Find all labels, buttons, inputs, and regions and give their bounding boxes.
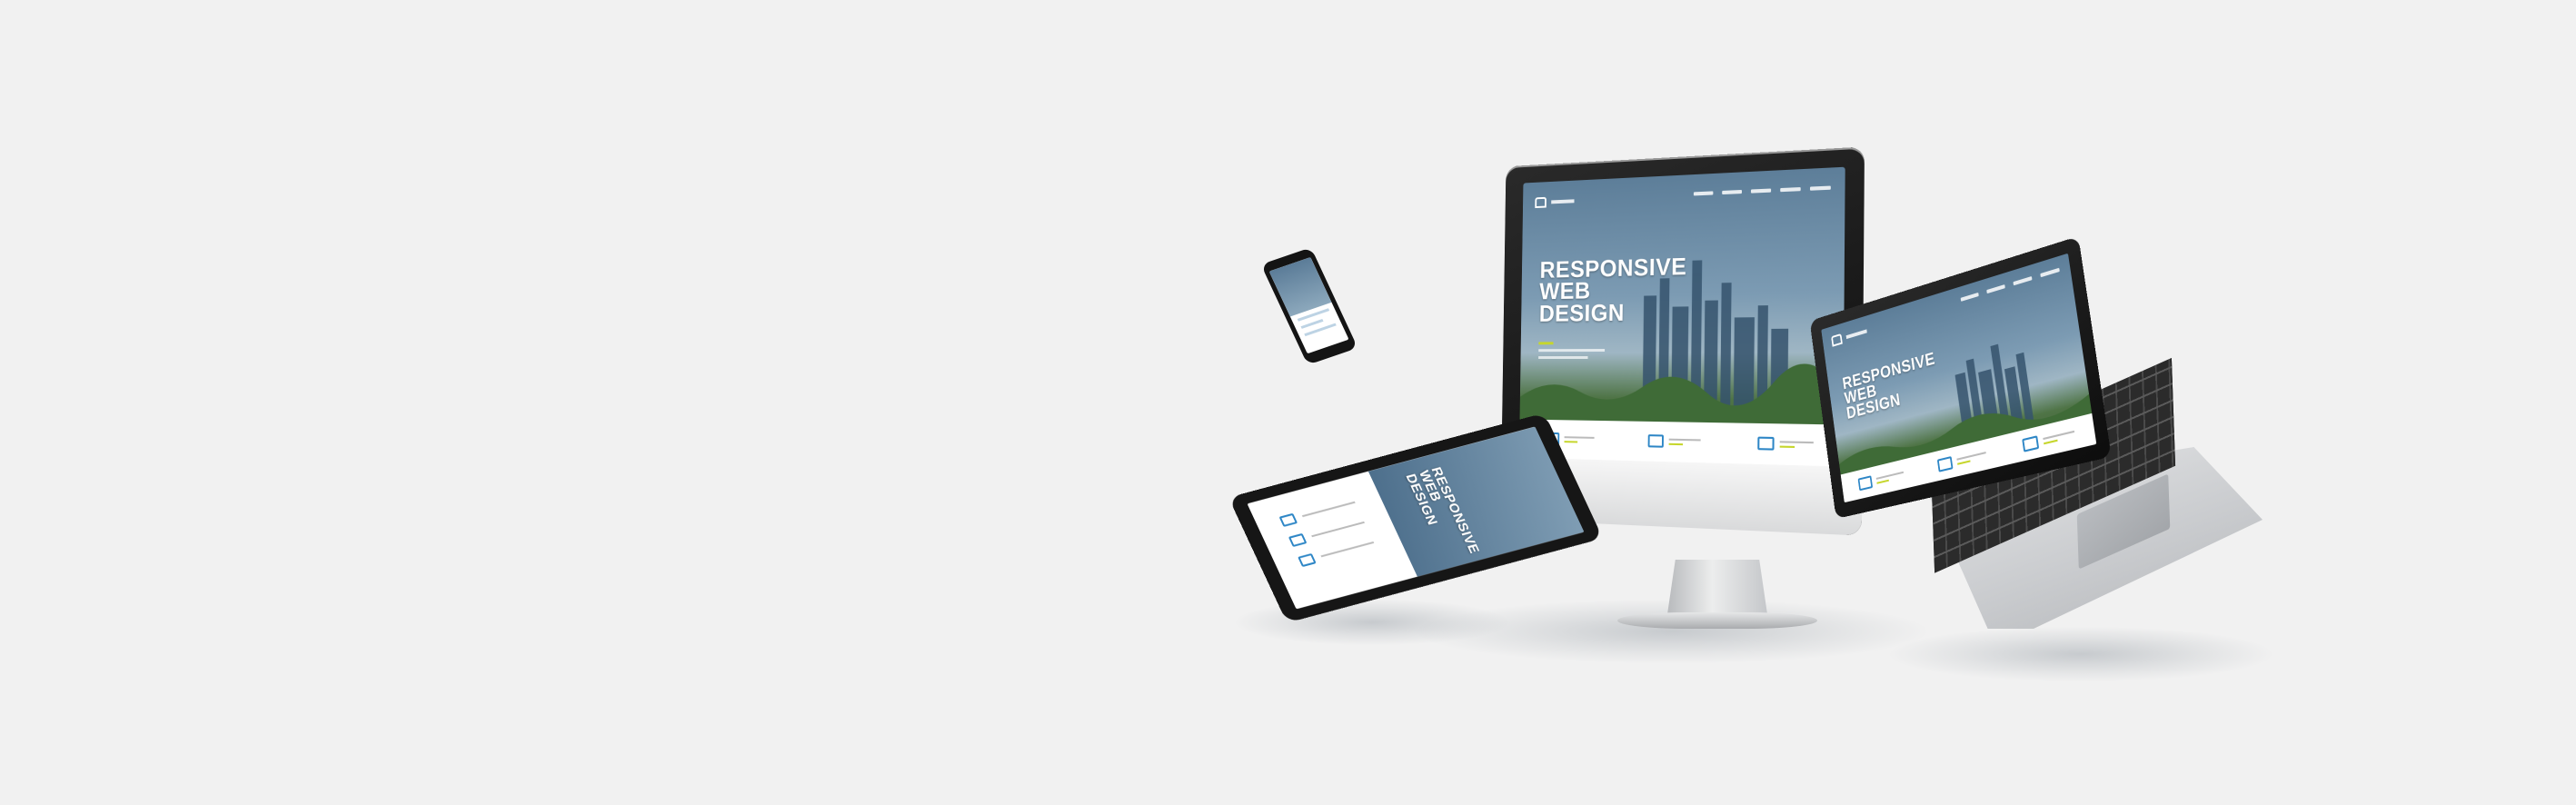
feature-item — [1857, 468, 1905, 492]
site-logo — [1535, 195, 1575, 209]
smartphone-device — [1260, 247, 1358, 365]
feature-item — [2022, 427, 2075, 452]
phone-screen — [1268, 256, 1349, 354]
monitor-stand-foot — [1617, 612, 1817, 629]
mail-icon — [1756, 436, 1775, 451]
hero-line-3: DESIGN — [1538, 298, 1626, 327]
hero-title: RESPONSIVE WEB DESIGN — [1403, 466, 1483, 562]
website-mockup-desktop: RESPONSIVE WEB DESIGN — [1518, 166, 1845, 467]
feature-item — [1936, 448, 1987, 472]
feature-item — [1647, 434, 1701, 449]
hero-title: RESPONSIVE WEB DESIGN — [1538, 253, 1687, 327]
monitor-screen: RESPONSIVE WEB DESIGN — [1518, 166, 1845, 467]
tablet-device: RESPONSIVE WEB DESIGN — [1228, 412, 1604, 623]
feature-list — [1278, 497, 1377, 567]
feature-item — [1756, 436, 1814, 452]
chart-icon — [1288, 532, 1308, 547]
tablet-bezel: RESPONSIVE WEB DESIGN — [1228, 412, 1604, 623]
phone-hero — [1268, 256, 1332, 317]
mail-icon — [1298, 552, 1317, 567]
hero-banner: RESPONSIVE WEB DESIGN RESPONSIVE WEB DES… — [0, 0, 2576, 805]
mail-icon — [2022, 435, 2040, 452]
phone-bezel — [1260, 247, 1358, 365]
phone-content — [1297, 308, 1337, 337]
laptop-shadow — [1890, 627, 2272, 681]
tablet-shadow — [1236, 600, 1508, 645]
home-icon — [1857, 475, 1874, 492]
hero-subtext — [1538, 342, 1606, 363]
chart-icon — [1936, 456, 1954, 472]
home-icon — [1278, 512, 1298, 527]
chart-icon — [1647, 434, 1664, 449]
home-icon — [1535, 196, 1547, 209]
